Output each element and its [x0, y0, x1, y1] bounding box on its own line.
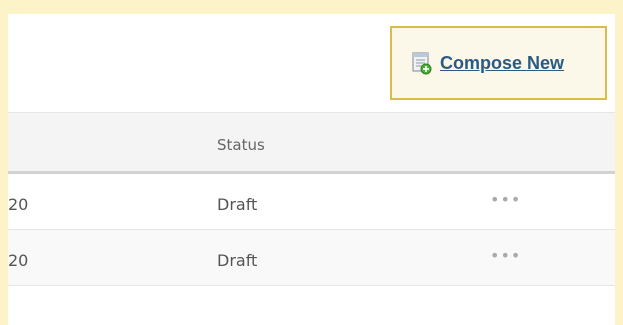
compose-new-label[interactable]: Compose New — [440, 53, 564, 74]
table-row[interactable]: 20 Draft ••• — [8, 174, 615, 230]
table-row[interactable]: 20 Draft ••• — [8, 230, 615, 286]
messages-table: Status 20 Draft ••• 20 Draft ••• — [8, 112, 615, 325]
date-cell: 20 — [8, 251, 29, 270]
compose-new-button[interactable]: Compose New — [390, 26, 607, 100]
row-actions-menu-icon[interactable]: ••• — [490, 246, 521, 265]
table-header: Status — [8, 112, 615, 174]
date-cell: 20 — [8, 195, 29, 214]
status-cell: Draft — [217, 195, 258, 214]
compose-document-icon — [412, 51, 432, 75]
row-actions-menu-icon[interactable]: ••• — [490, 190, 521, 209]
column-header-status[interactable]: Status — [217, 136, 265, 154]
status-cell: Draft — [217, 251, 258, 270]
